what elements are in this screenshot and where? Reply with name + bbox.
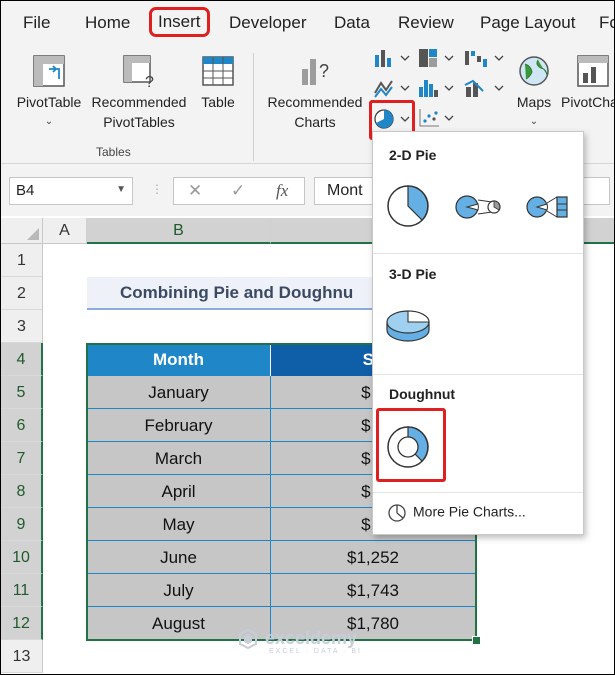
- more-pie-charts-link[interactable]: More Pie Charts...: [387, 503, 526, 523]
- pie-3d-icon[interactable]: [383, 304, 433, 346]
- row-header-9[interactable]: 9: [1, 508, 43, 541]
- recommended-pivottables-button[interactable]: ? Recommended PivotTables: [87, 53, 191, 132]
- cell-month[interactable]: May: [87, 508, 271, 541]
- section-2d-pie-heading: 2-D Pie: [389, 147, 437, 163]
- cell-sales[interactable]: $1,743: [271, 574, 476, 607]
- maps-label: Maps: [516, 94, 552, 110]
- watermark-brand: exceldemy: [265, 628, 358, 648]
- line-chart-icon[interactable]: [373, 77, 413, 99]
- tab-data[interactable]: Data: [334, 13, 370, 33]
- table-header-month[interactable]: Month: [87, 343, 271, 376]
- excel-window: File Home Insert Developer Data Review P…: [0, 0, 615, 675]
- row-header-8[interactable]: 8: [1, 475, 43, 508]
- recommended-pivottables-line2: PivotTables: [103, 114, 175, 130]
- formula-controls: ✕ ✓ fx: [173, 177, 305, 205]
- row-header-6[interactable]: 6: [1, 409, 43, 442]
- pie-of-pie-icon[interactable]: [454, 190, 504, 224]
- pie-2d-icon[interactable]: [385, 183, 431, 229]
- tab-home[interactable]: Home: [85, 13, 130, 33]
- recommended-pivottables-icon: ?: [123, 55, 154, 89]
- recommended-charts-icon: ?: [302, 59, 329, 85]
- row-header-7[interactable]: 7: [1, 442, 43, 475]
- maps-button[interactable]: Maps ⌄: [509, 53, 559, 132]
- cell-month[interactable]: March: [87, 442, 271, 475]
- tab-page-layout[interactable]: Page Layout: [480, 13, 575, 33]
- name-box-dropdown-icon[interactable]: ▼: [116, 184, 126, 195]
- formula-bar-grip-icon: ⋮: [151, 182, 163, 196]
- row-header-5[interactable]: 5: [1, 376, 43, 409]
- pivotchart-icon: [577, 55, 609, 87]
- row-header-13[interactable]: 13: [1, 640, 43, 673]
- tab-review[interactable]: Review: [398, 13, 454, 33]
- tab-formulas-partial[interactable]: Fo: [599, 13, 614, 33]
- row-header-12[interactable]: 12: [1, 607, 43, 640]
- row-header-4[interactable]: 4: [1, 343, 43, 376]
- tab-file[interactable]: File: [23, 13, 50, 33]
- pivottable-dropdown-icon[interactable]: ⌄: [11, 112, 87, 132]
- section-3d-pie-heading: 3-D Pie: [389, 266, 437, 282]
- pivottable-label: PivotTable: [16, 94, 82, 110]
- recommended-charts-line1: Recommended: [267, 94, 363, 110]
- watermark-logo-icon: [239, 629, 257, 650]
- cancel-icon[interactable]: ✕: [188, 181, 202, 201]
- menu-bar: File Home Insert Developer Data Review P…: [1, 1, 614, 45]
- pivotchart-button[interactable]: PivotCha: [561, 53, 615, 112]
- cell-month[interactable]: February: [87, 409, 271, 442]
- cell-sales[interactable]: $1,252: [271, 541, 476, 574]
- cell-month[interactable]: June: [87, 541, 271, 574]
- waterfall-chart-icon[interactable]: [463, 47, 507, 69]
- tab-insert[interactable]: Insert: [149, 7, 210, 37]
- doughnut-highlight: [376, 408, 446, 482]
- row-header-10[interactable]: 10: [1, 541, 43, 574]
- dropdown-separator: [373, 374, 583, 375]
- watermark-tagline: EXCEL · DATA · BI: [269, 648, 362, 656]
- column-chart-icon[interactable]: [373, 47, 413, 69]
- name-box[interactable]: B4 ▼: [9, 177, 133, 205]
- combo-chart-icon[interactable]: [463, 77, 507, 99]
- row-header-1[interactable]: 1: [1, 244, 43, 277]
- recommended-charts-line2: Charts: [294, 114, 336, 130]
- tables-group-label: Tables: [96, 145, 131, 159]
- more-pie-charts-icon: [388, 504, 406, 522]
- dropdown-separator: [373, 253, 583, 254]
- table-icon: [202, 56, 234, 86]
- hierarchy-chart-icon[interactable]: [417, 47, 457, 69]
- statistic-chart-icon[interactable]: [417, 77, 457, 99]
- column-header-a[interactable]: A: [43, 218, 87, 244]
- recommended-charts-button[interactable]: ? Recommended Charts: [263, 53, 367, 132]
- select-all-corner[interactable]: [1, 218, 43, 244]
- dropdown-separator: [373, 492, 583, 493]
- row-header-3[interactable]: 3: [1, 310, 43, 343]
- fill-handle[interactable]: [472, 636, 481, 645]
- more-pie-charts-label: More Pie Charts...: [413, 503, 526, 520]
- pivottable-button[interactable]: PivotTable ⌄: [11, 53, 87, 132]
- sheet-title[interactable]: Combining Pie and Doughnu: [87, 277, 387, 310]
- cell-month[interactable]: January: [87, 376, 271, 409]
- enter-icon[interactable]: ✓: [231, 181, 245, 201]
- insert-function-icon[interactable]: fx: [276, 181, 288, 201]
- recommended-pivottables-line1: Recommended: [91, 94, 187, 110]
- maps-dropdown-icon[interactable]: ⌄: [509, 112, 559, 132]
- svg-text:?: ?: [145, 74, 154, 89]
- section-doughnut-heading: Doughnut: [389, 386, 456, 402]
- name-box-value: B4: [16, 182, 35, 199]
- tab-developer[interactable]: Developer: [229, 13, 307, 33]
- pie-chart-dropdown: 2-D Pie 3-D Pie Doughnut More Pie Charts…: [372, 131, 584, 535]
- row-header-11[interactable]: 11: [1, 574, 43, 607]
- cell-month[interactable]: July: [87, 574, 271, 607]
- svg-text:?: ?: [319, 61, 329, 81]
- column-header-b[interactable]: B: [87, 218, 271, 244]
- bar-of-pie-icon[interactable]: [525, 192, 571, 222]
- table-label: Table: [201, 94, 235, 110]
- table-button[interactable]: Table: [193, 53, 243, 112]
- watermark: exceldemy EXCEL · DATA · BI: [237, 628, 362, 655]
- globe-icon: [519, 56, 549, 86]
- pivottable-icon: [33, 55, 65, 87]
- scatter-chart-icon[interactable]: [417, 107, 457, 129]
- cell-month[interactable]: April: [87, 475, 271, 508]
- row-header-2[interactable]: 2: [1, 277, 43, 310]
- pivotchart-label: PivotCha: [561, 94, 615, 110]
- ribbon-separator: [253, 53, 254, 161]
